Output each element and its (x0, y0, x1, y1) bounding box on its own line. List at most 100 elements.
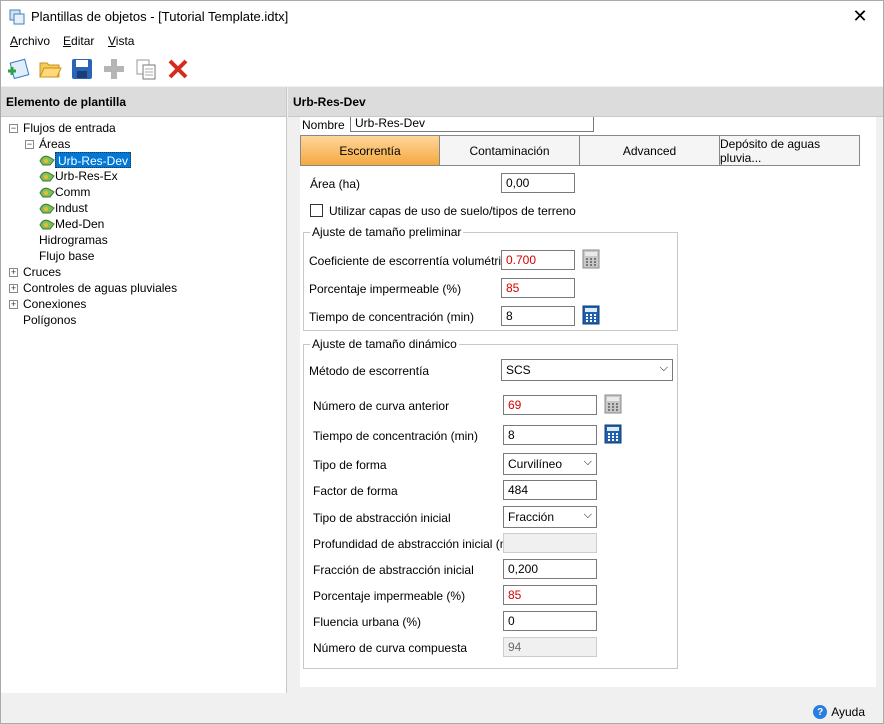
menu-vista-accel: V (108, 34, 116, 48)
detail-pane: Urb-Res-Dev Nombre Urb-Res-Dev Escorrent… (288, 87, 883, 693)
tree-item-cruces[interactable]: Cruces (23, 264, 61, 280)
help-button[interactable]: ? Ayuda (813, 705, 865, 719)
prelim-group-title: Ajuste de tamaño preliminar (310, 225, 464, 239)
copy-icon (136, 59, 156, 80)
menu-editar-accel: E (63, 34, 72, 48)
catchment-icon (39, 155, 55, 166)
land-use-label: Utilizar capas de uso de suelo/tipos de … (329, 204, 576, 218)
copy-button[interactable] (133, 56, 159, 82)
tab-advanced[interactable]: Advanced (580, 135, 720, 166)
tree-item-areas[interactable]: Áreas (39, 136, 70, 152)
metodo-label: Método de escorrentía (309, 364, 430, 378)
save-button[interactable] (69, 56, 95, 82)
expander-cruces[interactable]: + (9, 268, 18, 277)
open-folder-icon (39, 62, 62, 78)
close-button[interactable]: ✕ (837, 1, 883, 32)
menu-editar-label: ditar (71, 34, 95, 48)
tree-item-indust[interactable]: Indust (55, 200, 88, 216)
tree-item-comm[interactable]: Comm (55, 184, 90, 200)
tree-item-urb-res-dev[interactable]: Urb-Res-Dev (55, 152, 132, 168)
close-icon: ✕ (852, 6, 868, 26)
metodo-select[interactable]: SCS ⌵ (501, 359, 673, 381)
tree-item-flujo-base[interactable]: Flujo base (39, 248, 94, 264)
tree-item-urb-res-ex[interactable]: Urb-Res-Ex (55, 168, 118, 184)
menu-archivo[interactable]: Archivo (10, 34, 50, 48)
dyn-tc-label: Tiempo de concentración (min) (313, 429, 478, 443)
abs-tipo-label: Tipo de abstracción inicial (313, 511, 451, 525)
open-button[interactable] (37, 56, 63, 82)
title-bar: Plantillas de objetos - [Tutorial Templa… (1, 1, 883, 32)
tree-item-poligonos[interactable]: Polígonos (23, 312, 76, 328)
dynamic-group-title: Ajuste de tamaño dinámico (310, 337, 459, 351)
forma-value: Curvilíneo (508, 457, 563, 471)
form-area: Nombre Urb-Res-Dev Escorrentía Contamina… (300, 117, 876, 687)
catchment-icon (39, 187, 55, 198)
tab-deposito[interactable]: Depósito de aguas pluvia... (720, 135, 860, 166)
tab-contaminacion[interactable]: Contaminación (440, 135, 580, 166)
calculator-icon[interactable] (581, 305, 601, 325)
land-use-checkbox[interactable] (310, 204, 323, 217)
object-templates-window: Plantillas de objetos - [Tutorial Templa… (0, 0, 884, 724)
prelim-imperm-label: Porcentaje impermeable (%) (309, 282, 462, 296)
catchment-icon (39, 203, 55, 214)
expander-flujos[interactable]: − (9, 124, 18, 133)
chevron-down-icon: ⌵ (583, 509, 592, 521)
cn-comp-label: Número de curva compuesta (313, 641, 468, 655)
detail-header: Urb-Res-Dev (288, 87, 883, 117)
calculator-icon[interactable] (581, 249, 601, 269)
area-input[interactable]: 0,00 (501, 173, 575, 193)
dyn-tc-input[interactable]: 8 (503, 425, 597, 445)
tab-escorrentia[interactable]: Escorrentía (300, 135, 440, 166)
chevron-down-icon: ⌵ (659, 362, 668, 374)
tree-item-hidrogramas[interactable]: Hidrogramas (39, 232, 108, 248)
abs-tipo-value: Fracción (508, 510, 555, 524)
cn-comp-input: 94 (503, 637, 597, 657)
toolbar (1, 52, 883, 86)
menu-bar: Archivo Editar Vista (1, 32, 883, 52)
abs-prof-input (503, 533, 597, 553)
abs-prof-label: Profundidad de abstracción inicial (mm) (313, 537, 524, 551)
save-icon (72, 59, 92, 79)
abs-tipo-select[interactable]: Fracción ⌵ (503, 506, 597, 528)
catchment-icon (39, 219, 55, 230)
menu-archivo-accel: A (10, 34, 19, 48)
tree-item-med-den[interactable]: Med-Den (55, 216, 104, 232)
menu-editar[interactable]: Editar (63, 34, 94, 48)
expander-areas[interactable]: − (25, 140, 34, 149)
menu-vista-label: ista (115, 34, 135, 48)
add-icon (8, 58, 30, 80)
menu-archivo-label: rchivo (18, 34, 51, 48)
expander-controles[interactable]: + (9, 284, 18, 293)
delete-button[interactable] (165, 56, 191, 82)
abs-frac-label: Fracción de abstracción inicial (313, 563, 474, 577)
tree-item-flujos[interactable]: Flujos de entrada (23, 120, 116, 136)
add-button[interactable] (101, 56, 127, 82)
dyn-imperm-input[interactable]: 85 (503, 585, 597, 605)
menu-vista[interactable]: Vista (108, 34, 134, 48)
tree-item-controles[interactable]: Controles de aguas pluviales (23, 280, 177, 296)
fluencia-input[interactable]: 0 (503, 611, 597, 631)
prelim-imperm-input[interactable]: 85 (501, 278, 575, 298)
new-template-button[interactable] (5, 56, 31, 82)
help-icon: ? (813, 705, 828, 719)
fluencia-label: Fluencia urbana (%) (313, 615, 422, 629)
tab-strip: Escorrentía Contaminación Advanced Depós… (300, 135, 860, 166)
cn-input[interactable]: 69 (503, 395, 597, 415)
prelim-tc-label: Tiempo de concentración (min) (309, 310, 474, 324)
prelim-tc-input[interactable]: 8 (501, 306, 575, 326)
factor-label: Factor de forma (313, 484, 398, 498)
nombre-input[interactable]: Urb-Res-Dev (350, 117, 594, 132)
calculator-icon[interactable] (603, 394, 623, 414)
help-label: Ayuda (831, 705, 865, 719)
cn-label: Número de curva anterior (313, 399, 450, 413)
expander-conexiones[interactable]: + (9, 300, 18, 309)
coef-label: Coeficiente de escorrentía volumétrica (309, 254, 514, 268)
chevron-down-icon: ⌵ (583, 456, 592, 468)
abs-frac-input[interactable]: 0,200 (503, 559, 597, 579)
coef-input[interactable]: 0.700 (501, 250, 575, 270)
app-icon (9, 9, 25, 25)
calculator-icon[interactable] (603, 424, 623, 444)
forma-select[interactable]: Curvilíneo ⌵ (503, 453, 597, 475)
factor-input[interactable]: 484 (503, 480, 597, 500)
tree-item-conexiones[interactable]: Conexiones (23, 296, 86, 312)
